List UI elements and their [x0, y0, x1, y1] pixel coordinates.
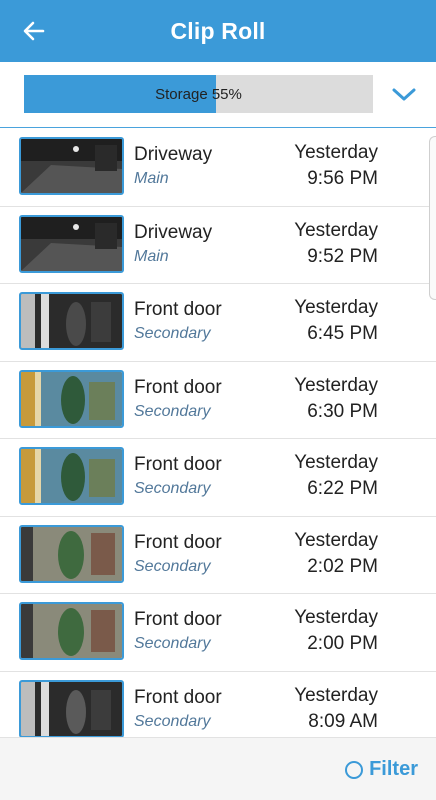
clip-camera-label: Secondary [134, 635, 211, 652]
storage-label: Storage 55% [155, 85, 242, 103]
clip-thumbnail[interactable] [19, 524, 124, 583]
clip-row[interactable]: Front door Secondary Yesterday 2:02 PM [0, 517, 436, 594]
chevron-down-icon [392, 88, 416, 101]
clip-camera-label: Secondary [134, 557, 211, 575]
clip-name: Driveway [134, 221, 213, 243]
clip-time: 8:09 AM [308, 710, 378, 732]
clip-thumbnail[interactable] [19, 602, 124, 660]
clip-row[interactable]: Front door Secondary Yesterday 8:09 AM [0, 672, 436, 737]
clip-time: 6:30 PM [307, 400, 378, 422]
clip-thumbnail[interactable] [19, 214, 124, 273]
clip-thumbnail[interactable] [19, 679, 124, 737]
scroll-handle[interactable] [429, 136, 436, 300]
clip-thumbnail[interactable] [19, 369, 124, 428]
clip-name: Front door [134, 609, 222, 630]
clip-name: Front door [134, 376, 222, 398]
clip-date: Yesterday [294, 684, 378, 706]
storage-bar: Storage 55% [24, 75, 373, 113]
clip-date: Yesterday [294, 529, 378, 551]
filter-label: Filter [369, 758, 418, 780]
clip-row[interactable]: Driveway Main Yesterday 9:52 PM [0, 207, 436, 284]
clip-camera-label: Secondary [134, 480, 211, 497]
clip-camera-label: Secondary [134, 712, 211, 730]
clip-date: Yesterday [294, 297, 378, 318]
clip-row[interactable]: Front door Secondary Yesterday 6:22 PM [0, 439, 436, 517]
clip-time: 6:45 PM [307, 323, 378, 344]
clip-date: Yesterday [294, 452, 378, 473]
app-header: Clip Roll [0, 0, 436, 62]
footer-bar: Filter [0, 737, 436, 800]
clip-name: Front door [134, 299, 222, 320]
clip-row[interactable]: Front door Secondary Yesterday 6:45 PM [0, 284, 436, 362]
clip-camera-label: Main [134, 247, 169, 265]
clip-date: Yesterday [294, 142, 378, 163]
circle-icon [345, 760, 364, 779]
clip-thumbnail[interactable] [19, 447, 124, 505]
clip-row[interactable]: Driveway Main Yesterday 9:56 PM [0, 129, 436, 207]
clip-thumbnail[interactable] [19, 137, 124, 195]
clip-date: Yesterday [294, 607, 378, 628]
clip-name: Front door [134, 454, 222, 475]
clip-list: Driveway Main Yesterday 9:56 PM Driveway Main… [0, 129, 436, 737]
clip-row[interactable]: Front door Secondary Yesterday 2:00 PM [0, 594, 436, 672]
clip-name: Driveway [134, 144, 213, 165]
expand-storage-button[interactable] [386, 80, 422, 110]
clip-name: Front door [134, 531, 222, 553]
clip-time: 6:22 PM [307, 478, 378, 499]
clip-date: Yesterday [294, 219, 378, 241]
page-title: Clip Roll [170, 17, 266, 44]
clip-thumbnail[interactable] [19, 292, 124, 350]
filter-button[interactable]: Filter [345, 758, 418, 781]
clip-date: Yesterday [294, 374, 378, 396]
storage-row: Storage 55% [0, 62, 436, 128]
clip-row[interactable]: Front door Secondary Yesterday 6:30 PM [0, 362, 436, 439]
clip-camera-label: Secondary [134, 402, 211, 420]
clip-time: 9:56 PM [307, 168, 378, 189]
clip-camera-label: Main [134, 170, 169, 187]
clip-name: Front door [134, 686, 222, 708]
clip-time: 2:00 PM [307, 633, 378, 654]
clip-camera-label: Secondary [134, 325, 211, 342]
clip-time: 2:02 PM [307, 555, 378, 577]
clip-time: 9:52 PM [307, 245, 378, 267]
